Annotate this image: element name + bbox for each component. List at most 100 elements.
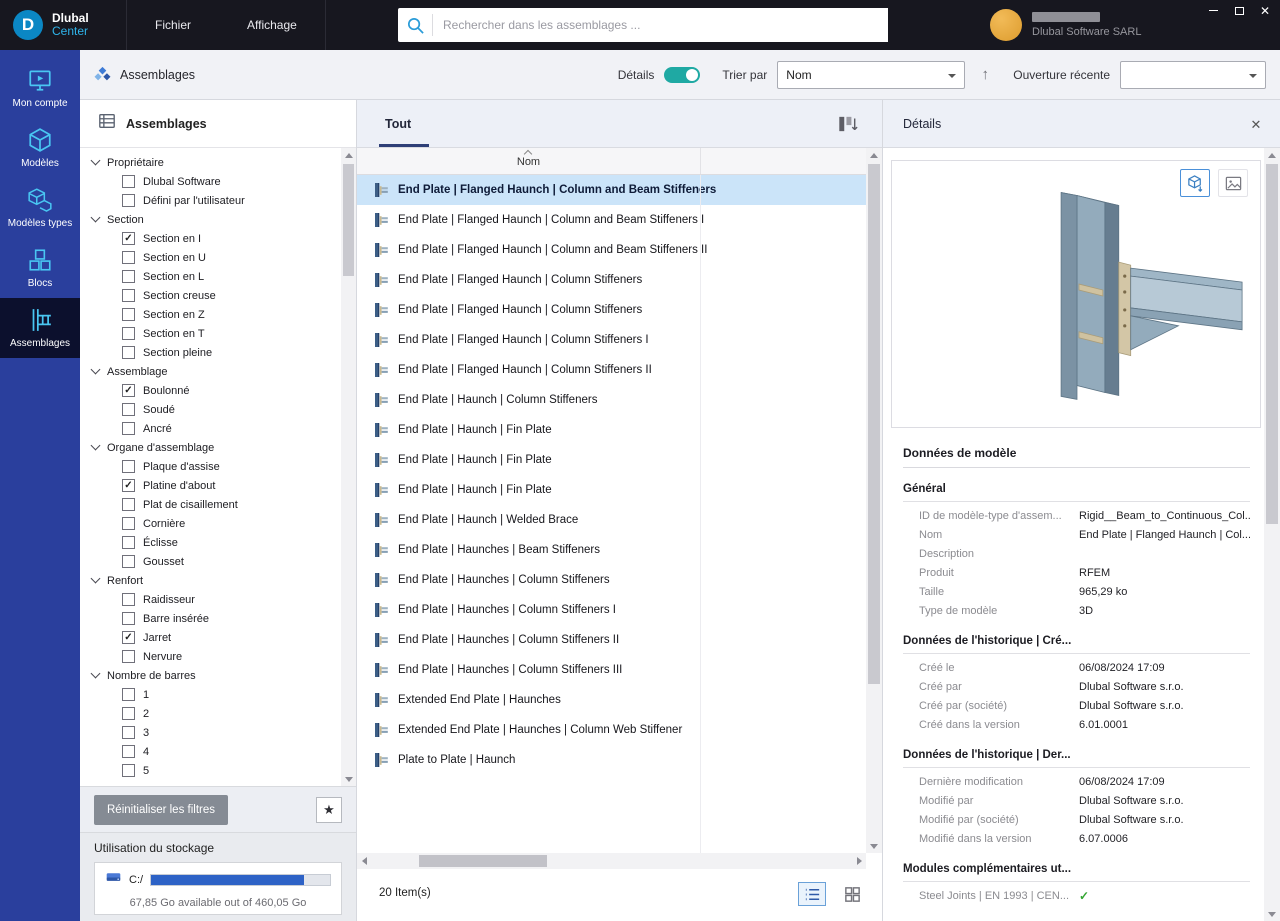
filter-item-plaque-d-assise[interactable]: Plaque d'assise [80,457,341,476]
filter-item-ancre[interactable]: Ancré [80,419,341,438]
checkbox[interactable]: ✓ [122,384,135,397]
scroll-up-arrow-icon[interactable] [866,148,881,162]
filter-item-boulonne[interactable]: ✓ Boulonné [80,381,341,400]
checkbox[interactable] [122,707,135,720]
sidebar-item-assemblages[interactable]: Assemblages [0,298,80,358]
checkbox[interactable] [122,270,135,283]
list-item[interactable]: End Plate | Flanged Haunch | Column Stif… [357,295,866,325]
filter-item-gousset[interactable]: Gousset [80,552,341,571]
filter-item-4[interactable]: 4 [80,742,341,761]
list-item[interactable]: End Plate | Haunches | Column Stiffeners… [357,655,866,685]
checkbox[interactable] [122,175,135,188]
list-item[interactable]: End Plate | Flanged Haunch | Column and … [357,205,866,235]
list-item[interactable]: End Plate | Haunches | Column Stiffeners [357,565,866,595]
filter-scrollbar[interactable] [341,148,356,786]
filter-item-soude[interactable]: Soudé [80,400,341,419]
checkbox[interactable] [122,460,135,473]
list-item[interactable]: End Plate | Flanged Haunch | Column Stif… [357,325,866,355]
checkbox[interactable] [122,688,135,701]
checkbox[interactable] [122,498,135,511]
scroll-left-arrow-icon[interactable] [357,853,371,869]
filter-item-barre-inseree[interactable]: Barre insérée [80,609,341,628]
scrollbar-thumb[interactable] [868,164,880,684]
grid-view-button[interactable] [838,882,866,906]
checkbox[interactable] [122,536,135,549]
checkbox[interactable] [122,327,135,340]
filter-item-platine-d-about[interactable]: ✓ Platine d'about [80,476,341,495]
group-by-icon[interactable] [836,113,858,135]
filter-item-raidisseur[interactable]: Raidisseur [80,590,341,609]
list-item[interactable]: End Plate | Haunches | Column Stiffeners… [357,595,866,625]
list-item[interactable]: End Plate | Flanged Haunch | Column Stif… [357,265,866,295]
list-item[interactable]: End Plate | Haunch | Column Stiffeners [357,385,866,415]
list-horizontal-scrollbar[interactable] [357,853,866,869]
scrollbar-thumb[interactable] [419,855,547,867]
list-view-button[interactable] [798,882,826,906]
list-item[interactable]: End Plate | Haunches | Column Stiffeners… [357,625,866,655]
filter-item-section-en-z[interactable]: Section en Z [80,305,341,324]
list-item[interactable]: End Plate | Haunches | Beam Stiffeners [357,535,866,565]
filter-item-2[interactable]: 2 [80,704,341,723]
preview-image-button[interactable] [1218,169,1248,197]
details-toggle[interactable] [664,66,701,83]
close-button[interactable]: ✕ [1252,1,1278,20]
filter-item-section-pleine[interactable]: Section pleine [80,343,341,362]
filter-item-5[interactable]: 5 [80,761,341,780]
scroll-down-arrow-icon[interactable] [866,839,881,853]
filter-item-section-creuse[interactable]: Section creuse [80,286,341,305]
user-account[interactable]: Dlubal Software SARL [990,9,1141,41]
filter-item-section-en-u[interactable]: Section en U [80,248,341,267]
sort-direction-button[interactable]: ↑ [975,61,995,89]
scrollbar-thumb[interactable] [343,164,354,276]
checkbox[interactable]: ✓ [122,631,135,644]
checkbox[interactable] [122,194,135,207]
scroll-down-arrow-icon[interactable] [1264,907,1279,921]
list-vertical-scrollbar[interactable] [866,148,882,853]
filter-item-jarret[interactable]: ✓ Jarret [80,628,341,647]
scroll-up-arrow-icon[interactable] [1264,148,1279,162]
filter-group-renfort[interactable]: Renfort [80,571,341,590]
checkbox[interactable] [122,346,135,359]
filter-item-dlubal-software[interactable]: Dlubal Software [80,172,341,191]
favorites-filter-button[interactable]: ★ [316,797,342,823]
checkbox[interactable]: ✓ [122,479,135,492]
scroll-down-arrow-icon[interactable] [341,772,356,786]
details-scrollbar[interactable] [1264,148,1280,921]
sidebar-item-blocs[interactable]: Blocs [0,238,80,298]
details-close-button[interactable]: ✕ [1246,115,1266,135]
filter-item-nervure[interactable]: Nervure [80,647,341,666]
maximize-button[interactable] [1226,1,1252,20]
tab-tout[interactable]: Tout [385,100,411,148]
checkbox[interactable] [122,555,135,568]
filter-group-organe-d-assemblage[interactable]: Organe d'assemblage [80,438,341,457]
list-item[interactable]: End Plate | Flanged Haunch | Column and … [357,235,866,265]
menu-affichage[interactable]: Affichage [219,0,325,50]
checkbox[interactable] [122,422,135,435]
filter-group-proprietaire[interactable]: Propriétaire [80,153,341,172]
checkbox[interactable] [122,251,135,264]
checkbox[interactable] [122,403,135,416]
checkbox[interactable] [122,745,135,758]
column-header-nom[interactable]: Nom [357,148,866,175]
filter-group-nombre-de-barres[interactable]: Nombre de barres [80,666,341,685]
minimize-button[interactable] [1200,1,1226,20]
list-item[interactable]: Extended End Plate | Haunches [357,685,866,715]
filter-item-corniere[interactable]: Cornière [80,514,341,533]
reset-filters-button[interactable]: Réinitialiser les filtres [94,795,229,825]
filter-item-section-en-t[interactable]: Section en T [80,324,341,343]
filter-group-section[interactable]: Section [80,210,341,229]
filter-item-defini-par-l-utilisateur[interactable]: Défini par l'utilisateur [80,191,341,210]
sort-by-dropdown[interactable]: Nom [777,60,966,89]
user-avatar[interactable] [990,9,1022,41]
checkbox[interactable] [122,308,135,321]
list-item[interactable]: Extended End Plate | Haunches | Column W… [357,715,866,745]
filter-item-eclisse[interactable]: Éclisse [80,533,341,552]
checkbox[interactable] [122,593,135,606]
list-item[interactable]: Plate to Plate | Haunch [357,745,866,775]
list-item[interactable]: End Plate | Haunch | Fin Plate [357,475,866,505]
menu-fichier[interactable]: Fichier [127,0,219,50]
checkbox[interactable] [122,726,135,739]
checkbox[interactable] [122,517,135,530]
sidebar-item-modeles[interactable]: Modèles [0,118,80,178]
filter-item-section-en-l[interactable]: Section en L [80,267,341,286]
